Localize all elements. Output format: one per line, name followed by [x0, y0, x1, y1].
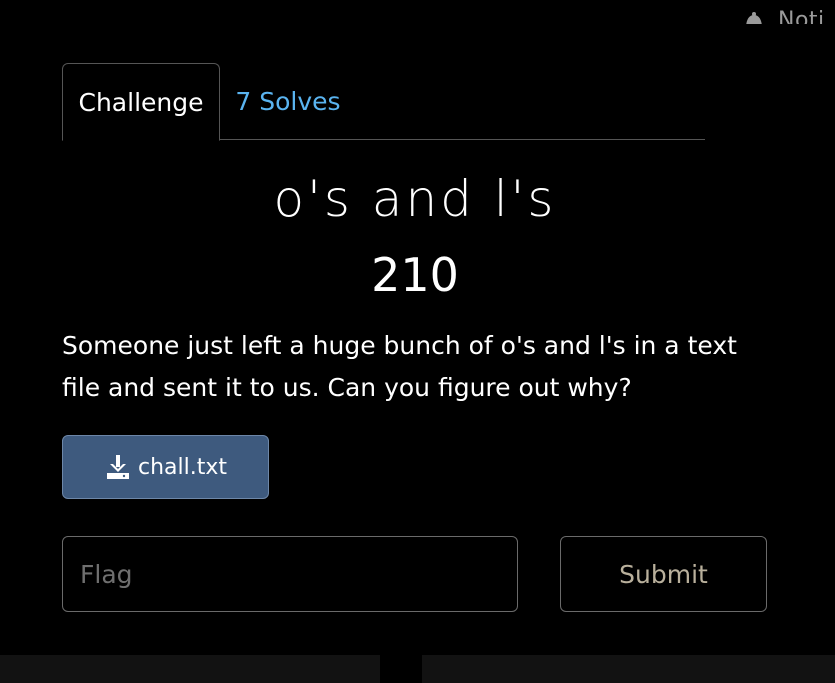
file-name: chall.txt — [137, 454, 227, 480]
notifications-label: Noti — [778, 7, 825, 25]
file-download-button[interactable]: chall.txt — [62, 435, 269, 499]
challenge-tabs: Challenge 7 Solves — [62, 63, 705, 141]
challenge-points: 210 — [371, 248, 459, 302]
challenge-description: Someone just left a huge bunch of o's an… — [62, 331, 737, 402]
download-icon — [106, 455, 129, 479]
submit-button[interactable]: Submit — [560, 536, 767, 612]
challenge-modal: Noti Challenge 7 Solves o's and l's 210 … — [0, 0, 835, 683]
challenge-name: o's and l's — [273, 170, 557, 228]
notifications-link[interactable]: Noti — [744, 4, 825, 24]
flag-input[interactable] — [62, 536, 518, 612]
tab-solves[interactable]: 7 Solves — [220, 63, 356, 140]
tab-challenge[interactable]: Challenge — [62, 63, 220, 141]
footer-notch — [380, 655, 422, 683]
bell-icon — [746, 12, 762, 24]
